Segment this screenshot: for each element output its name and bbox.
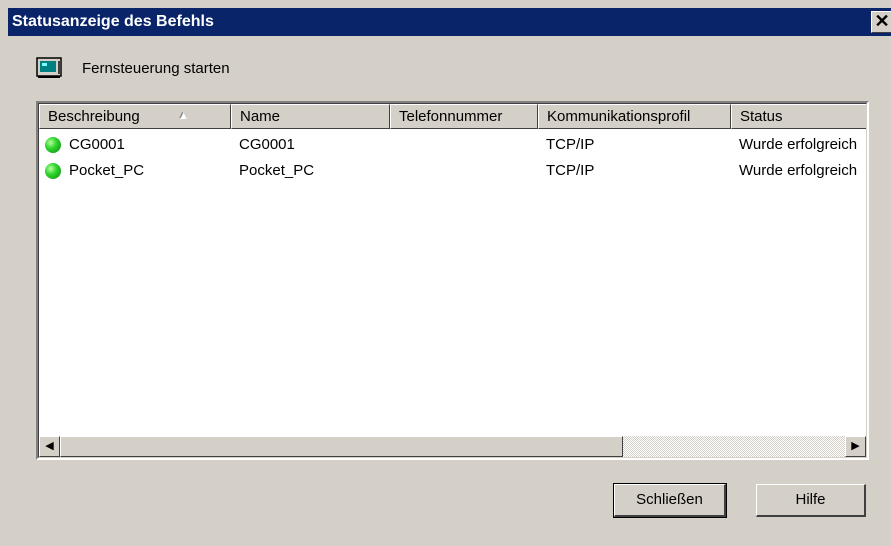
cell-name: Pocket_PC — [239, 162, 315, 179]
horizontal-scrollbar[interactable]: ◀ ▶ — [39, 436, 866, 457]
cell-telefonnummer — [390, 158, 538, 184]
monitor-icon — [36, 57, 62, 78]
table-row[interactable]: CG0001 CG0001 TCP/IP Wurde erfolgreich — [39, 132, 866, 158]
cell-status: Wurde erfolgreich — [739, 136, 858, 153]
dialog-title: Statusanzeige des Befehls — [12, 13, 214, 30]
column-header-telefonnummer[interactable]: Telefonnummer — [390, 104, 538, 129]
column-header-kommunikationsprofil[interactable]: Kommunikationsprofil — [538, 104, 731, 129]
dialog-window: Statusanzeige des Befehls ✕ Fernsteuerun… — [0, 0, 891, 546]
help-button[interactable]: Hilfe — [756, 484, 866, 517]
column-header-status[interactable]: Status — [731, 104, 866, 129]
cell-status: Wurde erfolgreich — [739, 162, 858, 179]
cell-beschreibung: Pocket_PC — [39, 158, 231, 184]
close-button[interactable]: ✕ — [871, 11, 891, 33]
green-status-icon — [45, 137, 61, 153]
cell-profil: TCP/IP — [546, 162, 595, 179]
scroll-left-button[interactable]: ◀ — [39, 436, 60, 457]
cell-name: CG0001 — [239, 136, 295, 153]
column-header-row: Beschreibung ▲ Name Telefonnummer Kommun… — [39, 104, 866, 129]
column-header-name[interactable]: Name — [231, 104, 390, 129]
column-header-beschreibung[interactable]: Beschreibung ▲ — [39, 104, 231, 129]
status-list[interactable]: Beschreibung ▲ Name Telefonnummer Kommun… — [36, 101, 869, 460]
arrow-left-icon: ◀ — [45, 440, 54, 452]
cell-beschreibung: CG0001 — [39, 132, 231, 158]
close-dialog-button[interactable]: Schließen — [613, 483, 727, 518]
close-icon: ✕ — [874, 11, 890, 31]
command-label: Fernsteuerung starten — [82, 59, 230, 77]
green-status-icon — [45, 163, 61, 179]
scroll-thumb[interactable] — [60, 436, 623, 457]
sort-ascending-icon: ▲ — [178, 110, 189, 122]
arrow-right-icon: ▶ — [851, 440, 860, 452]
cell-profil: TCP/IP — [546, 136, 595, 153]
table-row[interactable]: Pocket_PC Pocket_PC TCP/IP Wurde erfolgr… — [39, 158, 866, 184]
scroll-right-button[interactable]: ▶ — [845, 436, 866, 457]
command-header: Fernsteuerung starten — [36, 55, 230, 81]
cell-telefonnummer — [390, 132, 538, 158]
title-bar: Statusanzeige des Befehls ✕ — [8, 8, 891, 36]
